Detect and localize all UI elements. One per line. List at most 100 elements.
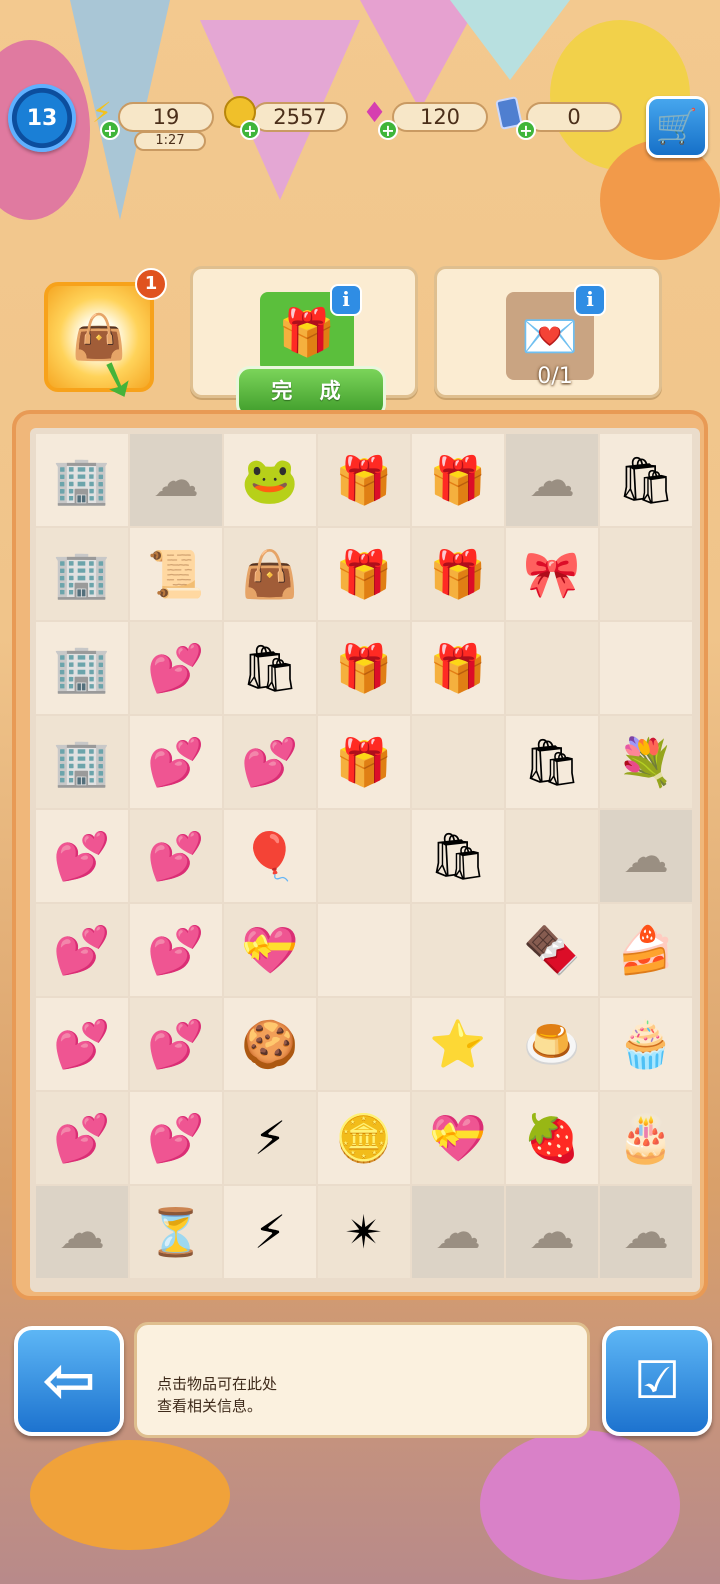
gem-counter[interactable]: 120: [392, 102, 488, 132]
board-cell[interactable]: 🪙: [318, 1092, 410, 1184]
merge-item-icon: 🎁: [335, 453, 393, 507]
board-cell[interactable]: 💝: [412, 1092, 504, 1184]
board-cell[interactable]: 💕: [130, 904, 222, 996]
board-cell[interactable]: 🏢: [36, 622, 128, 714]
board-cell[interactable]: 🍫: [506, 904, 598, 996]
merge-item-icon: 💕: [53, 829, 111, 883]
board-cell[interactable]: 💕: [130, 716, 222, 808]
board-cell[interactable]: 🍓: [506, 1092, 598, 1184]
board-cell[interactable]: 🐸: [224, 434, 316, 526]
board-cell[interactable]: 🍮: [506, 998, 598, 1090]
board-cell[interactable]: 👜: [224, 528, 316, 620]
board-cell[interactable]: ☁: [506, 434, 598, 526]
add-gems-button[interactable]: +: [378, 120, 398, 140]
coin-value: 2557: [273, 105, 327, 129]
board-cell[interactable]: 💕: [130, 622, 222, 714]
board-cell[interactable]: [318, 998, 410, 1090]
board-cell[interactable]: ⚡: [224, 1186, 316, 1278]
back-button[interactable]: ⇦: [14, 1326, 124, 1436]
board-cell[interactable]: 💕: [224, 716, 316, 808]
board-cell[interactable]: [318, 904, 410, 996]
merge-item-icon: 🍫: [523, 923, 581, 977]
board-cell[interactable]: 💕: [36, 810, 128, 902]
board-cell[interactable]: 🎁: [412, 622, 504, 714]
add-coins-button[interactable]: +: [240, 120, 260, 140]
board-cell[interactable]: [412, 716, 504, 808]
add-energy-button[interactable]: +: [100, 120, 120, 140]
board-cell[interactable]: 🎂: [600, 1092, 692, 1184]
board-cell[interactable]: ☁: [130, 434, 222, 526]
merge-item-icon: 💕: [147, 641, 205, 695]
board-cell[interactable]: [506, 810, 598, 902]
player-level-badge[interactable]: 13: [8, 84, 76, 152]
add-cards-button[interactable]: +: [516, 120, 536, 140]
merge-item-icon: 🛍: [522, 735, 582, 789]
merge-item-icon: ⚡: [253, 1205, 287, 1259]
reward-count-badge: 1: [135, 268, 167, 300]
board-cell[interactable]: 💐: [600, 716, 692, 808]
merge-item-icon: 🍮: [523, 1017, 581, 1071]
board-cell[interactable]: [506, 622, 598, 714]
board-cell[interactable]: 🎀: [506, 528, 598, 620]
board-cell[interactable]: 💕: [130, 998, 222, 1090]
board-cell[interactable]: [600, 528, 692, 620]
board-cell[interactable]: 🎁: [318, 528, 410, 620]
board-cell[interactable]: 💕: [130, 1092, 222, 1184]
board-cell[interactable]: 🛍: [506, 716, 598, 808]
board-cell[interactable]: ⚡: [224, 1092, 316, 1184]
board-cell[interactable]: 🎁: [412, 528, 504, 620]
order-2-info-button[interactable]: i: [574, 284, 606, 316]
merge-item-icon: 🎁: [429, 641, 487, 695]
board-cell[interactable]: 📜: [130, 528, 222, 620]
board-cell[interactable]: ☁: [412, 1186, 504, 1278]
board-cell[interactable]: 🎁: [412, 434, 504, 526]
coin-counter[interactable]: 2557: [252, 102, 348, 132]
board-cell[interactable]: 🎁: [318, 716, 410, 808]
merge-board[interactable]: 🏢 ☁ 🐸 🎁 🎁 ☁ 🛍 🏢 📜 👜 🎁 🎁 🎀 🏢 💕 🛍 🎁 🎁 🏢 💕 💕 🎁 🛍 💐 💕 💕 🎈 🛍 ☁ 💕 💕 💝 🍫 🍰 💕 💕 🍪 ⭐ 🍮 🧁…: [30, 428, 700, 1292]
merge-item-icon: ⚡: [253, 1111, 287, 1165]
board-cell[interactable]: 🏢: [36, 528, 128, 620]
arrow-left-icon: ⇦: [42, 1344, 96, 1418]
board-cell[interactable]: ☁: [600, 810, 692, 902]
board-cell[interactable]: 🎁: [318, 434, 410, 526]
merge-item-icon: 💕: [241, 735, 299, 789]
order-progress: 0/1: [537, 364, 573, 389]
board-cell[interactable]: 💕: [36, 998, 128, 1090]
board-cell[interactable]: [600, 622, 692, 714]
board-cell[interactable]: 🍪: [224, 998, 316, 1090]
board-cell[interactable]: ⏳: [130, 1186, 222, 1278]
board-cell[interactable]: 🎁: [318, 622, 410, 714]
board-cell[interactable]: 🛍: [412, 810, 504, 902]
board-cell[interactable]: ☁: [600, 1186, 692, 1278]
merge-item-icon: 💝: [241, 923, 299, 977]
board-cell[interactable]: [412, 904, 504, 996]
card-counter[interactable]: 0: [526, 102, 622, 132]
board-cell[interactable]: 💕: [36, 904, 128, 996]
board-cell[interactable]: ⭐: [412, 998, 504, 1090]
board-cell[interactable]: ✴: [318, 1186, 410, 1278]
board-cell[interactable]: 💕: [36, 1092, 128, 1184]
merge-item-icon: 🧁: [617, 1017, 675, 1071]
board-cell[interactable]: [318, 810, 410, 902]
task-list-button[interactable]: ☑: [602, 1326, 712, 1436]
board-cell[interactable]: 🎈: [224, 810, 316, 902]
board-cell[interactable]: 🏢: [36, 716, 128, 808]
fog-icon: ☁: [623, 829, 669, 883]
board-cell[interactable]: ☁: [506, 1186, 598, 1278]
merge-item-icon: 💕: [147, 1111, 205, 1165]
board-cell[interactable]: 💕: [130, 810, 222, 902]
board-cell[interactable]: 🏢: [36, 434, 128, 526]
fog-icon: ☁: [153, 453, 199, 507]
merge-item-icon: 🎂: [617, 1111, 675, 1165]
merge-item-icon: 💕: [147, 923, 205, 977]
board-cell[interactable]: 💝: [224, 904, 316, 996]
energy-counter[interactable]: 19: [118, 102, 214, 132]
board-cell[interactable]: 🛍: [600, 434, 692, 526]
order-1-info-button[interactable]: i: [330, 284, 362, 316]
board-cell[interactable]: 🍰: [600, 904, 692, 996]
board-cell[interactable]: 🧁: [600, 998, 692, 1090]
item-info-text: 点击物品可在此处 查看相关信息。: [157, 1373, 277, 1417]
shop-button[interactable]: 🛒: [646, 96, 708, 158]
board-cell[interactable]: ☁: [36, 1186, 128, 1278]
board-cell[interactable]: 🛍: [224, 622, 316, 714]
